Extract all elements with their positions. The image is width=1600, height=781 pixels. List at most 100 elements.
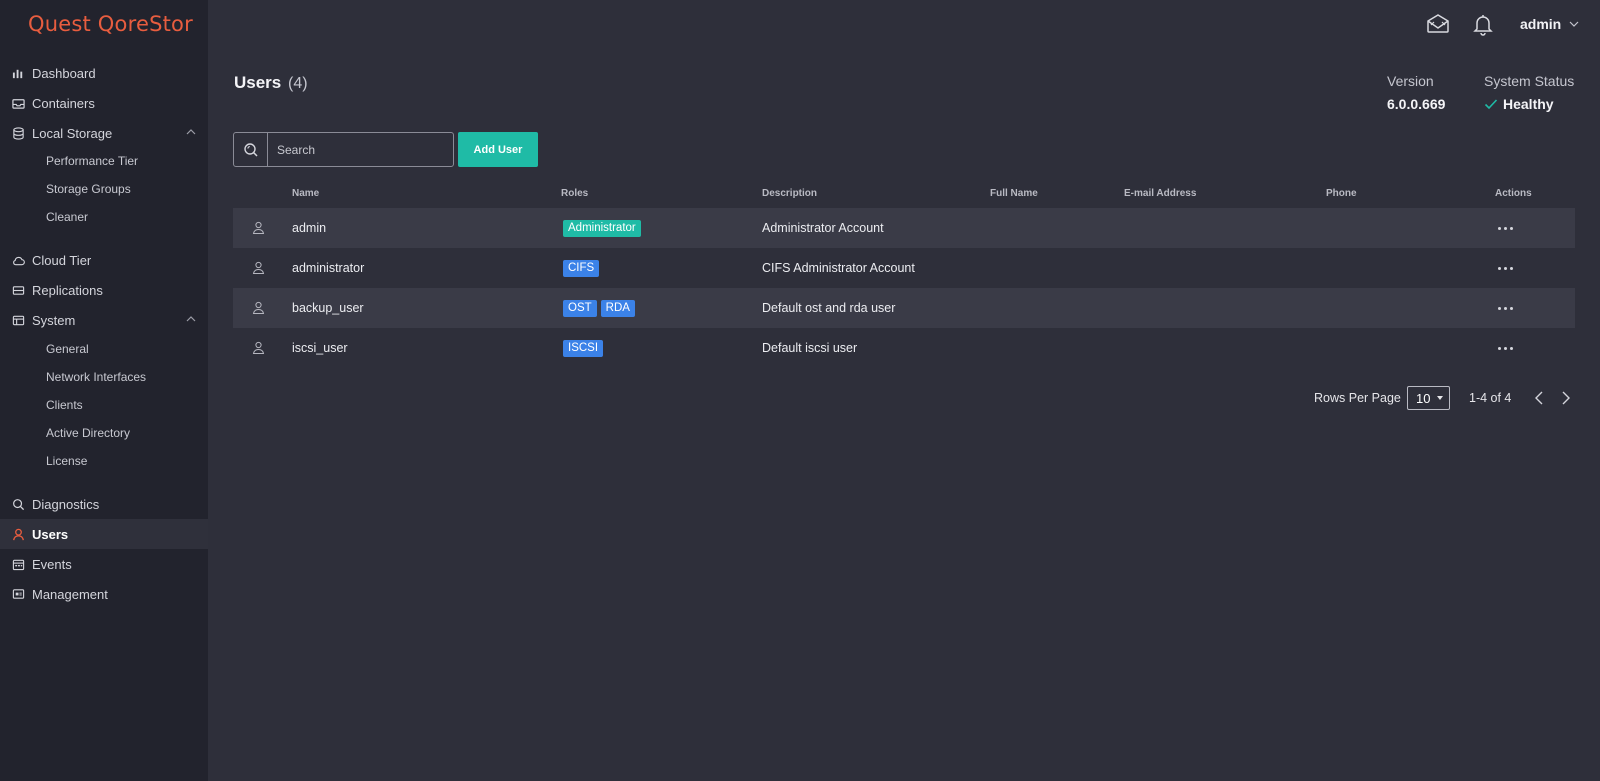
drive-icon <box>11 283 25 297</box>
sidebar-item-label: Diagnostics <box>32 496 100 512</box>
user-name-cell: administrator <box>292 261 365 275</box>
sidebar-item-label: Users <box>32 526 69 542</box>
table-row[interactable]: backup_user OST RDA Default ost and rda … <box>233 288 1575 328</box>
role-badge: Administrator <box>563 219 641 237</box>
roles-cell: Administrator <box>563 208 645 248</box>
sidebar-item-label: Replications <box>32 282 103 298</box>
description-cell: Administrator Account <box>762 221 884 235</box>
sidebar-item-storage-groups[interactable]: Storage Groups <box>46 175 131 203</box>
magnifier-icon <box>11 497 25 511</box>
search-icon[interactable] <box>234 133 268 166</box>
bell-icon[interactable] <box>1470 12 1496 38</box>
sidebar-item-license[interactable]: License <box>46 447 87 475</box>
sidebar-item-dashboard[interactable]: Dashboard <box>0 58 208 88</box>
sidebar-item-label: Management <box>32 586 108 602</box>
app-logo[interactable]: Quest QoreStor <box>28 12 193 36</box>
column-header-name[interactable]: Name <box>292 188 319 199</box>
sidebar-item-system[interactable]: System <box>0 305 208 335</box>
user-icon <box>252 261 265 274</box>
version-value: 6.0.0.669 <box>1387 96 1446 112</box>
sidebar-item-diagnostics[interactable]: Diagnostics <box>0 489 208 519</box>
table-row[interactable]: administrator CIFS CIFS Administrator Ac… <box>233 248 1575 288</box>
row-actions-button[interactable] <box>1498 328 1516 368</box>
cloud-icon <box>11 253 25 267</box>
row-actions-button[interactable] <box>1498 288 1516 328</box>
rows-per-page-select[interactable]: 10 <box>1407 386 1450 410</box>
roles-cell: OST RDA <box>563 288 639 328</box>
search-input[interactable] <box>268 133 453 166</box>
caret-down-icon <box>1437 396 1443 400</box>
sidebar-item-label: Local Storage <box>32 125 113 141</box>
sidebar-item-label: Dashboard <box>32 65 96 81</box>
search-box <box>233 132 454 167</box>
sidebar-item-label: Events <box>32 556 72 572</box>
table-row[interactable]: iscsi_user ISCSI Default iscsi user <box>233 328 1575 368</box>
user-menu[interactable]: admin <box>1520 16 1579 32</box>
monitor-icon <box>11 587 25 601</box>
description-cell: Default iscsi user <box>762 341 858 355</box>
rows-per-page-label: Rows Per Page <box>1314 391 1401 405</box>
messages-icon[interactable] <box>1425 12 1451 38</box>
sidebar-item-active-directory[interactable]: Active Directory <box>46 419 130 447</box>
version-label: Version <box>1387 73 1434 89</box>
column-header-roles[interactable]: Roles <box>561 188 588 199</box>
user-icon <box>252 301 265 314</box>
column-header-email[interactable]: E-mail Address <box>1124 188 1196 199</box>
sidebar-item-clients[interactable]: Clients <box>46 391 83 419</box>
user-name: admin <box>1520 16 1562 32</box>
sidebar-item-users[interactable]: Users <box>0 519 208 549</box>
inbox-icon <box>11 96 25 110</box>
calendar-icon <box>11 557 25 571</box>
sidebar-item-label: Cloud Tier <box>32 252 92 268</box>
chevron-right-icon[interactable] <box>1558 390 1572 406</box>
chevron-down-icon <box>1569 21 1579 27</box>
column-header-actions: Actions <box>1495 188 1532 199</box>
roles-cell: ISCSI <box>563 328 607 368</box>
description-cell: CIFS Administrator Account <box>762 261 915 275</box>
column-header-full-name[interactable]: Full Name <box>990 188 1038 199</box>
window-icon <box>11 313 25 327</box>
column-header-description[interactable]: Description <box>762 188 817 199</box>
system-status-label: System Status <box>1484 73 1575 89</box>
column-header-phone[interactable]: Phone <box>1326 188 1357 199</box>
user-count: (4) <box>288 75 308 92</box>
user-name-cell: admin <box>292 221 327 235</box>
user-name-cell: iscsi_user <box>292 341 348 355</box>
roles-cell: CIFS <box>563 248 603 288</box>
bar-chart-icon <box>11 66 25 80</box>
sidebar-item-label: System <box>32 312 76 328</box>
database-icon <box>11 126 25 140</box>
add-user-button[interactable]: Add User <box>458 132 538 167</box>
table-row[interactable]: admin Administrator Administrator Accoun… <box>233 208 1575 248</box>
chevron-up-icon <box>186 129 196 135</box>
sidebar-item-performance-tier[interactable]: Performance Tier <box>46 147 138 175</box>
user-name-cell: backup_user <box>292 301 364 315</box>
chevron-left-icon[interactable] <box>1533 390 1547 406</box>
page-title: Users (4) <box>234 73 308 93</box>
sidebar-item-replications[interactable]: Replications <box>0 275 208 305</box>
pagination-range: 1-4 of 4 <box>1469 391 1512 405</box>
sidebar-item-cleaner[interactable]: Cleaner <box>46 203 88 231</box>
system-status-value: Healthy <box>1484 96 1554 112</box>
user-icon <box>252 221 265 234</box>
row-actions-button[interactable] <box>1498 248 1516 288</box>
description-cell: Default ost and rda user <box>762 301 896 315</box>
role-badge: ISCSI <box>563 339 604 357</box>
sidebar-item-events[interactable]: Events <box>0 549 208 579</box>
sidebar-item-local-storage[interactable]: Local Storage <box>0 118 208 148</box>
sidebar-item-containers[interactable]: Containers <box>0 88 208 118</box>
role-badge: OST <box>563 299 597 317</box>
rows-per-page-value: 10 <box>1416 390 1431 406</box>
sidebar-item-label: Containers <box>32 95 95 111</box>
user-icon <box>252 341 265 354</box>
check-icon <box>1484 99 1498 110</box>
sidebar-item-management[interactable]: Management <box>0 579 208 609</box>
sidebar-item-cloud-tier[interactable]: Cloud Tier <box>0 245 208 275</box>
sidebar-item-network-interfaces[interactable]: Network Interfaces <box>46 363 146 391</box>
chevron-up-icon <box>186 316 196 322</box>
sidebar-item-general[interactable]: General <box>46 335 89 363</box>
role-badge: RDA <box>600 299 635 317</box>
system-status-text: Healthy <box>1503 96 1554 112</box>
row-actions-button[interactable] <box>1498 208 1516 248</box>
sidebar: Quest QoreStor Dashboard Containers Loca… <box>0 0 208 781</box>
